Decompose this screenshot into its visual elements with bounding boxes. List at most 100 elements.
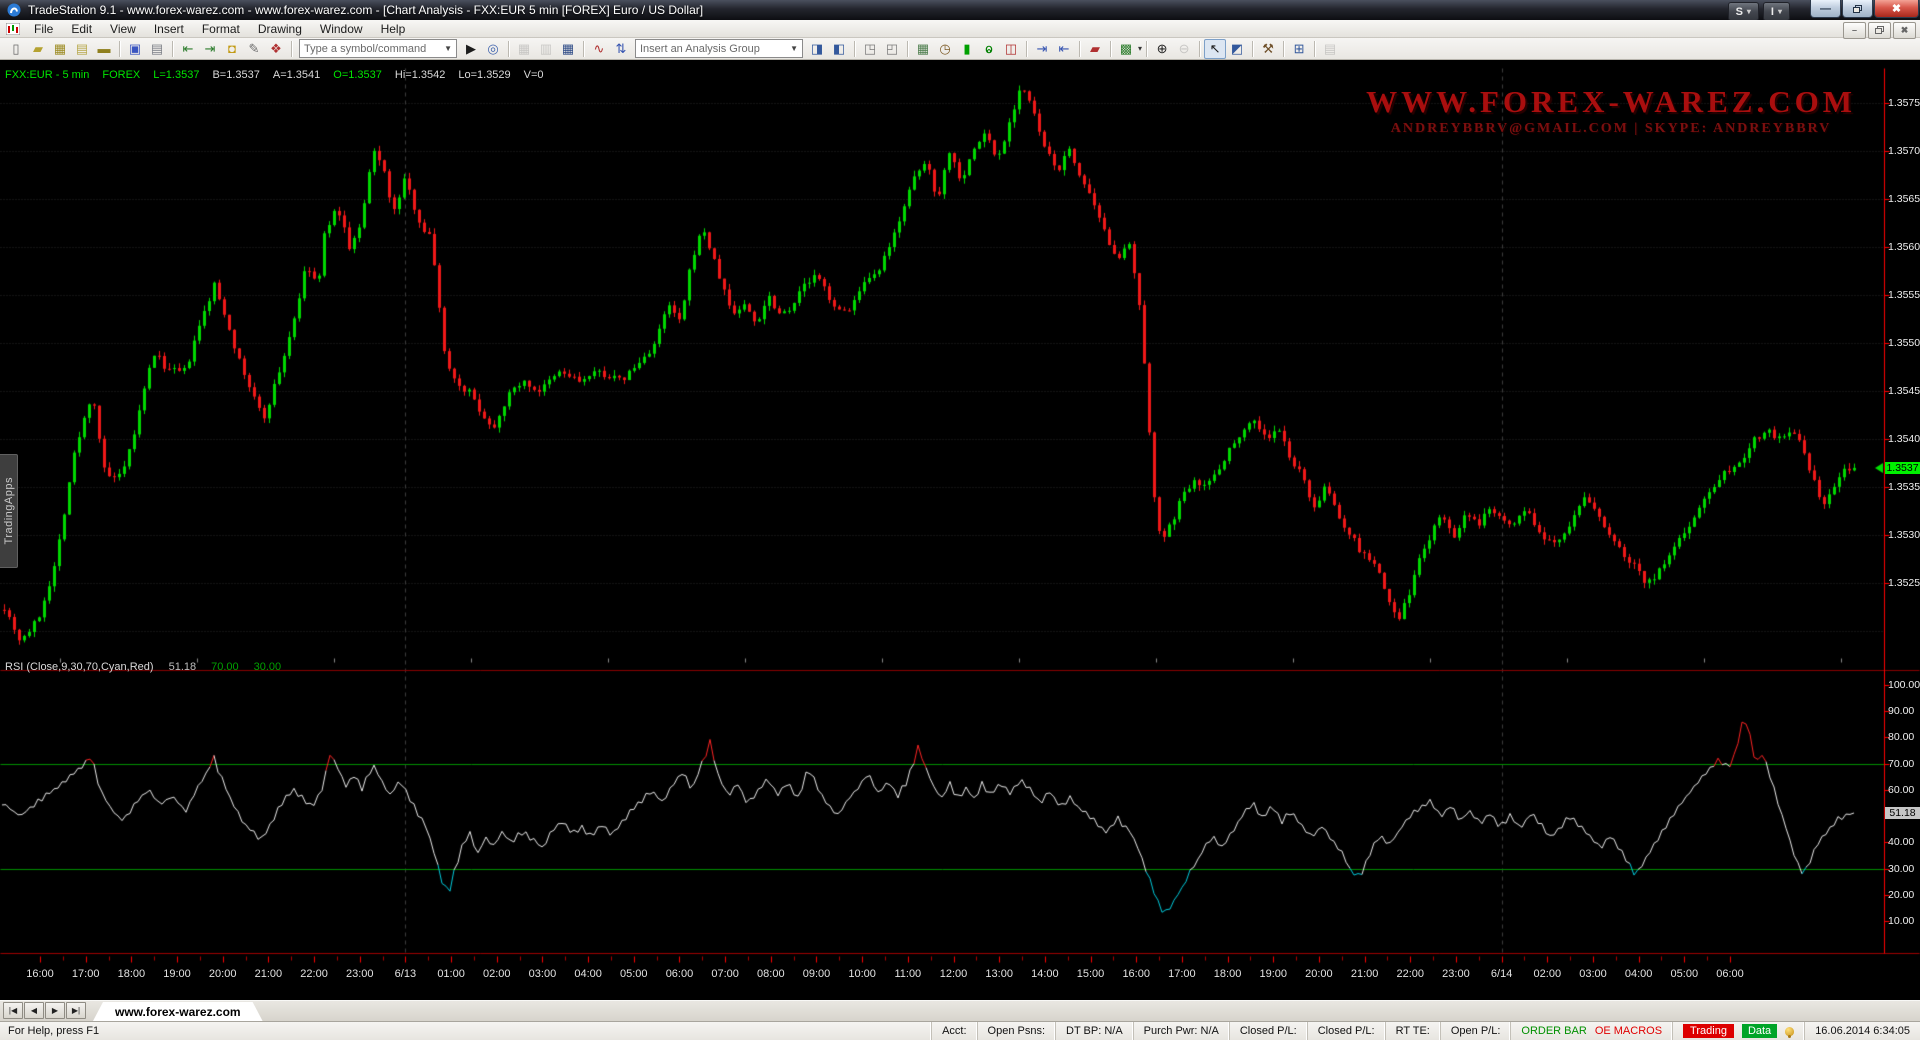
symbol-lookup-icon[interactable]: ◎ (482, 39, 504, 59)
rsi-name: RSI (Close,9,30,70,Cyan,Red) (5, 661, 154, 673)
strategy-button[interactable]: S▾ (1728, 2, 1759, 21)
save-all-workspaces-icon[interactable]: ▦ (49, 39, 71, 59)
pointer-tool-icon[interactable]: ↖ (1204, 39, 1226, 59)
status-segment-7: Open P/L: (1440, 1022, 1511, 1040)
chart-colors-icon[interactable]: ▩ (1115, 39, 1137, 59)
time-axis-label: 11:00 (894, 968, 921, 980)
menu-file[interactable]: File (25, 21, 62, 37)
bar-style-icon[interactable]: ⱺ (978, 39, 1000, 59)
menu-drawing[interactable]: Drawing (249, 21, 311, 37)
restore-icon (1875, 26, 1884, 34)
drawing-toolbar-icon[interactable]: ⚒ (1257, 39, 1279, 59)
print-icon[interactable]: ▤ (146, 39, 168, 59)
send-to-back-icon[interactable]: ◳ (859, 39, 881, 59)
toolbar-separator (291, 41, 292, 57)
child-close-button[interactable]: ✖ (1893, 22, 1916, 39)
symbol-header-item-6: Hi=1.3542 (395, 69, 445, 81)
new-workspace-icon[interactable]: ▯ (5, 39, 27, 59)
matrix-colors-icon[interactable]: ▰ (1084, 39, 1106, 59)
price-chart-canvas[interactable] (0, 60, 1920, 1000)
order-bar-button[interactable]: ORDER BAR (1521, 1025, 1586, 1037)
price-axis-label: 1.3535 (1888, 481, 1920, 493)
symbol-header-item-3: B=1.3537 (212, 69, 259, 81)
menu-help[interactable]: Help (372, 21, 415, 37)
insert-symbol-icon[interactable]: ◧ (828, 39, 850, 59)
format-painter-icon[interactable]: ✎ (243, 39, 265, 59)
child-minimize-button[interactable]: – (1843, 22, 1866, 39)
symbol-header-item-7: Lo=1.3529 (458, 69, 510, 81)
sort-updown-icon[interactable]: ⇅ (610, 39, 632, 59)
status-help-text: For Help, press F1 (0, 1025, 931, 1037)
chart-analysis-icon[interactable]: ∿ (588, 39, 610, 59)
workspace-tab[interactable]: www.forex-warez.com (93, 1002, 263, 1021)
rsi-axis-label: 10.00 (1888, 915, 1914, 927)
data-status-badge[interactable]: Data (1742, 1024, 1777, 1038)
chart-window-icon[interactable] (4, 21, 22, 36)
analysis-group-combo-value: Insert an Analysis Group (640, 43, 785, 55)
menu-window[interactable]: Window (311, 21, 372, 37)
minimize-button[interactable]: — (1810, 0, 1841, 18)
toolbar-separator (1252, 41, 1253, 57)
bring-to-front-icon[interactable]: ◰ (881, 39, 903, 59)
restore-button[interactable] (1842, 0, 1873, 18)
increase-bar-spacing-icon[interactable]: ⇤ (1053, 39, 1075, 59)
child-restore-button[interactable] (1868, 22, 1891, 39)
rsi-indicator-header: RSI (Close,9,30,70,Cyan,Red) 51.18 70.00… (5, 661, 281, 673)
menu-insert[interactable]: Insert (145, 21, 193, 37)
time-axis-label: 23:00 (346, 968, 374, 980)
previous-window-icon[interactable]: ⇤ (177, 39, 199, 59)
first-workspace-button[interactable]: |◀ (3, 1002, 23, 1019)
time-axis-label: 20:00 (1305, 968, 1333, 980)
time-axis-label: 16:00 (26, 968, 54, 980)
new-page-icon[interactable]: ▤ (71, 39, 93, 59)
format-objects-icon[interactable]: ❖ (265, 39, 287, 59)
next-window-icon[interactable]: ⇥ (199, 39, 221, 59)
previous-workspace-button[interactable]: ◀ (24, 1002, 44, 1019)
decrease-bar-spacing-icon[interactable]: ⇥ (1031, 39, 1053, 59)
time-axis-label: 14:00 (1031, 968, 1059, 980)
restore-icon (1853, 5, 1862, 13)
hollow-candle-style-icon[interactable]: ◫ (1000, 39, 1022, 59)
price-axis-label: 1.3570 (1888, 145, 1920, 157)
session-calendar-icon[interactable]: ▦ (912, 39, 934, 59)
menu-edit[interactable]: Edit (62, 21, 101, 37)
status-segment-1: Open Psns: (977, 1022, 1055, 1040)
toolbar-separator (854, 41, 855, 57)
toolbar-separator (1110, 41, 1111, 57)
price-axis-label: 1.3565 (1888, 193, 1920, 205)
next-workspace-button[interactable]: ▶ (45, 1002, 65, 1019)
text-label-tool-icon[interactable]: ◩ (1226, 39, 1248, 59)
new-tradingapp-window-icon[interactable]: ⊞ (1288, 39, 1310, 59)
menu-bar: FileEditViewInsertFormatDrawingWindowHel… (0, 20, 1920, 38)
time-axis-label: 15:00 (1077, 968, 1105, 980)
intellimarket-button[interactable]: I▾ (1763, 2, 1790, 21)
alert-bell-icon[interactable] (1785, 1027, 1794, 1036)
lock-icon[interactable]: ◘ (221, 39, 243, 59)
quote-board-icon[interactable]: ▦ (557, 39, 579, 59)
analysis-group-combo[interactable]: Insert an Analysis Group▼ (635, 39, 803, 58)
run-command-icon[interactable]: ▶ (460, 39, 482, 59)
status-datetime: 16.06.2014 6:34:05 (1804, 1022, 1920, 1040)
time-axis-label: 21:00 (255, 968, 283, 980)
time-frame-clock-icon[interactable]: ◷ (934, 39, 956, 59)
close-workspace-icon[interactable]: ▬ (93, 39, 115, 59)
tradingapps-tab[interactable]: TradingApps (0, 454, 18, 568)
time-axis-label: 08:00 (757, 968, 785, 980)
save-icon[interactable]: ▣ (124, 39, 146, 59)
menu-format[interactable]: Format (193, 21, 249, 37)
close-button[interactable]: ✖ (1874, 0, 1919, 18)
candlestick-style-icon[interactable]: ▮ (956, 39, 978, 59)
tradestation-logo-icon (7, 3, 21, 17)
insert-study-icon[interactable]: ◨ (806, 39, 828, 59)
symbol-header-item-4: A=1.3541 (273, 69, 320, 81)
open-workspace-icon[interactable]: ▰ (27, 39, 49, 59)
symbol-command-combo[interactable]: Type a symbol/command▼ (299, 39, 457, 58)
oe-macros-button[interactable]: OE MACROS (1595, 1025, 1662, 1037)
price-axis-label: 1.3525 (1888, 577, 1920, 589)
last-workspace-button[interactable]: ▶| (66, 1002, 86, 1019)
trading-status-badge[interactable]: Trading (1683, 1024, 1734, 1038)
zoom-in-icon[interactable]: ⊕ (1151, 39, 1173, 59)
toolbar-separator (907, 41, 908, 57)
time-axis-label: 19:00 (163, 968, 191, 980)
menu-view[interactable]: View (101, 21, 145, 37)
